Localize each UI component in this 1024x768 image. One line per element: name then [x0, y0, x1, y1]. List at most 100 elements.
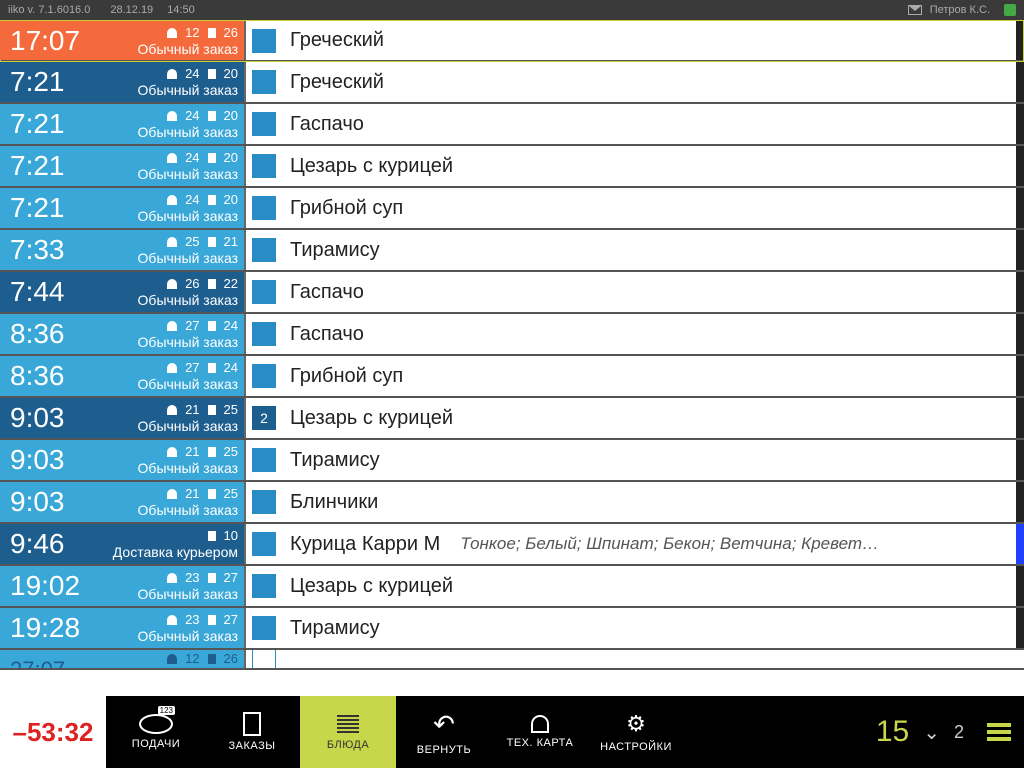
gear-icon: ⚙	[626, 711, 646, 737]
mail-icon[interactable]	[908, 5, 922, 15]
order-row[interactable]: 7:21 24 20 Обычный заказ Цезарь с курице…	[0, 146, 1024, 188]
order-time: 7:21	[10, 148, 65, 184]
flag-count: 25	[224, 444, 238, 460]
time-cell: 7:21 24 20 Обычный заказ	[0, 188, 246, 228]
order-type: Обычный заказ	[138, 586, 238, 602]
nav-settings[interactable]: ⚙НАСТРОЙКИ	[588, 696, 684, 768]
flag-count: 22	[224, 276, 238, 292]
order-row[interactable]: 7:21 24 20 Обычный заказ Греческий	[0, 62, 1024, 104]
chef-icon	[531, 715, 549, 733]
dish-cell: Гаспачо	[246, 104, 1024, 144]
dish-name: Тирамису	[290, 449, 380, 472]
order-row[interactable]: 8:36 27 24 Обычный заказ Грибной суп	[0, 356, 1024, 398]
order-icons: 24 20	[138, 108, 238, 124]
nav-techcard[interactable]: ТЕХ. КАРТА	[492, 696, 588, 768]
order-icons: 24 20	[138, 66, 238, 82]
bell-count: 21	[185, 444, 199, 460]
order-time: 9:03	[10, 442, 65, 478]
qty-box	[252, 616, 276, 640]
order-row[interactable]: 9:46 10 Доставка курьером Курица Карри М…	[0, 524, 1024, 566]
time-cell: 7:44 26 22 Обычный заказ	[0, 272, 246, 312]
order-row-partial[interactable]: 27:07 12 26	[0, 650, 1024, 670]
order-time: 7:33	[10, 232, 65, 268]
end-bar	[1016, 524, 1024, 564]
order-type: Обычный заказ	[138, 334, 238, 350]
order-time: 7:44	[10, 274, 65, 310]
nav-dishes[interactable]: БЛЮДА	[300, 696, 396, 768]
nav-orders[interactable]: ЗАКАЗЫ	[204, 696, 300, 768]
order-row[interactable]: 9:03 21 25 Обычный заказ Блинчики	[0, 482, 1024, 524]
dish-name: Тирамису	[290, 239, 380, 262]
dish-name: Гаспачо	[290, 323, 364, 346]
bell-count: 24	[185, 108, 199, 124]
topbar-user[interactable]: Петров К.С.	[930, 4, 990, 16]
flag-count: 26	[224, 25, 238, 41]
qty-box	[252, 364, 276, 388]
end-bar	[1016, 62, 1024, 102]
qty-box	[252, 490, 276, 514]
bell-icon	[167, 363, 177, 373]
end-bar	[1016, 398, 1024, 438]
chevron-down-icon[interactable]: ⌄	[923, 720, 940, 745]
bell-icon	[167, 195, 177, 205]
order-row[interactable]: 19:02 23 27 Обычный заказ Цезарь с куриц…	[0, 566, 1024, 608]
order-row[interactable]: 7:33 25 21 Обычный заказ Тирамису	[0, 230, 1024, 272]
order-row[interactable]: 7:21 24 20 Обычный заказ Грибной суп	[0, 188, 1024, 230]
lines-icon	[337, 713, 359, 735]
order-row[interactable]: 17:07 12 26 Обычный заказ Греческий	[0, 20, 1024, 62]
end-bar	[1016, 21, 1024, 60]
dish-cell: Греческий	[246, 21, 1024, 60]
time-cell: 9:03 21 25 Обычный заказ	[0, 440, 246, 480]
dish-name: Тирамису	[290, 617, 380, 640]
dish-name: Блинчики	[290, 491, 378, 514]
qty-box	[252, 448, 276, 472]
bell-count: 23	[185, 612, 199, 628]
flag-icon	[208, 489, 216, 499]
order-row[interactable]: 7:21 24 20 Обычный заказ Гаспачо	[0, 104, 1024, 146]
order-time: 9:03	[10, 400, 65, 436]
order-type: Обычный заказ	[138, 628, 238, 644]
order-icons: 23 27	[138, 570, 238, 586]
time-cell: 8:36 27 24 Обычный заказ	[0, 314, 246, 354]
order-type: Обычный заказ	[138, 250, 238, 266]
flag-count: 20	[224, 66, 238, 82]
order-row[interactable]: 7:44 26 22 Обычный заказ Гаспачо	[0, 272, 1024, 314]
flag-icon	[208, 28, 216, 38]
dish-cell: Цезарь с курицей	[246, 146, 1024, 186]
status-indicator	[1004, 4, 1016, 16]
qty-box	[252, 29, 276, 53]
menu-button[interactable]	[974, 696, 1024, 768]
bell-icon	[167, 237, 177, 247]
order-icons: 12 26	[138, 25, 238, 41]
order-row[interactable]: 8:36 27 24 Обычный заказ Гаспачо	[0, 314, 1024, 356]
end-bar	[1016, 272, 1024, 312]
order-type: Обычный заказ	[138, 460, 238, 476]
bottombar: –53:32 ПОДАЧИЗАКАЗЫБЛЮДА↶ВЕРНУТЬТЕХ. КАР…	[0, 696, 1024, 768]
order-type: Обычный заказ	[138, 82, 238, 98]
flag-count: 25	[224, 402, 238, 418]
order-type: Обычный заказ	[138, 41, 238, 57]
order-type: Обычный заказ	[138, 292, 238, 308]
nav-return[interactable]: ↶ВЕРНУТЬ	[396, 696, 492, 768]
time-cell: 9:46 10 Доставка курьером	[0, 524, 246, 564]
order-row[interactable]: 9:03 21 25 Обычный заказ 2 Цезарь с кури…	[0, 398, 1024, 440]
order-row[interactable]: 9:03 21 25 Обычный заказ Тирамису	[0, 440, 1024, 482]
bell-count: 27	[185, 318, 199, 334]
flag-icon	[208, 573, 216, 583]
count-box: 15 ⌄ 2	[684, 696, 974, 768]
nav-serve[interactable]: ПОДАЧИ	[108, 696, 204, 768]
bell-count: 24	[185, 150, 199, 166]
time-cell: 17:07 12 26 Обычный заказ	[0, 21, 246, 60]
qty-box	[252, 112, 276, 136]
flag-icon	[208, 615, 216, 625]
order-type: Доставка курьером	[113, 544, 238, 560]
flag-icon	[208, 363, 216, 373]
order-icons: 21 25	[138, 402, 238, 418]
dish-cell: Гаспачо	[246, 314, 1024, 354]
qty-box	[252, 70, 276, 94]
qty-box	[252, 574, 276, 598]
dish-cell: Тирамису	[246, 608, 1024, 648]
bell-icon	[167, 573, 177, 583]
order-time: 19:02	[10, 568, 80, 604]
order-row[interactable]: 19:28 23 27 Обычный заказ Тирамису	[0, 608, 1024, 650]
